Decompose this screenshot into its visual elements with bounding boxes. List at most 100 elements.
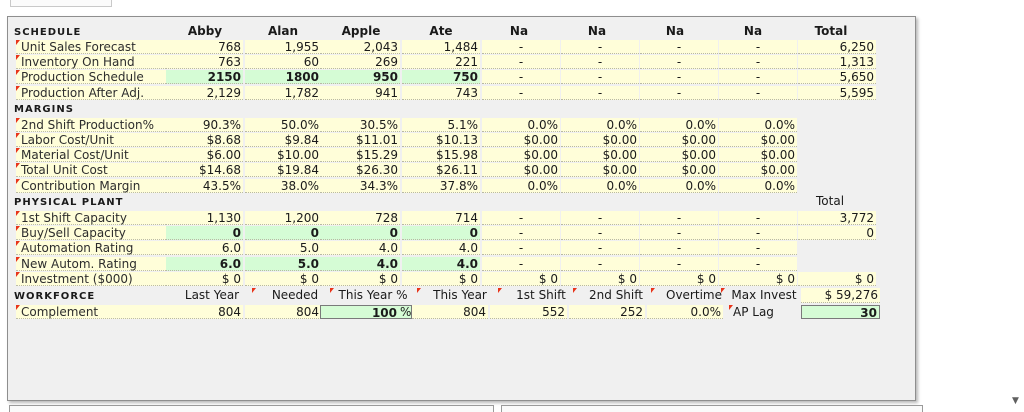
- complement-value: 804: [166, 305, 243, 319]
- column-header: Na: [509, 24, 529, 38]
- buy-sell-capacity-input[interactable]: 0: [166, 226, 243, 240]
- column-header: Na: [665, 24, 685, 38]
- workforce-header: 2nd Shift: [589, 288, 643, 302]
- labor-cost-unit-value: $0.00: [640, 133, 718, 147]
- second-shift-production-value[interactable]: 90.3%: [166, 118, 243, 132]
- contribution-margin-value: 34.3%: [320, 179, 400, 193]
- second-shift-production-value: 0.0%: [640, 118, 718, 132]
- note-marker-icon: [729, 305, 733, 310]
- material-cost-unit-label: Material Cost/Unit: [16, 148, 166, 162]
- unit-sales-forecast-value: -: [719, 40, 797, 54]
- unit-sales-forecast-label: Unit Sales Forecast: [16, 40, 166, 54]
- ap-lag-label: AP Lag: [733, 305, 774, 319]
- note-marker-icon: [16, 211, 20, 216]
- buy-sell-capacity-input[interactable]: 0: [245, 226, 321, 240]
- second-shift-production-value[interactable]: 30.5%: [320, 118, 400, 132]
- buy-sell-capacity-value: -: [561, 226, 639, 240]
- workforce-header: This Year: [433, 288, 487, 302]
- unit-sales-forecast-value: -: [482, 40, 560, 54]
- section-title-margins: MARGINS: [14, 104, 74, 115]
- unit-sales-forecast-value: 1,955: [245, 40, 321, 54]
- note-marker-icon: [252, 288, 256, 293]
- section-title-workforce: WORKFORCE: [14, 291, 96, 302]
- ap-lag-input[interactable]: 30: [801, 305, 880, 320]
- first-shift-capacity-value: -: [640, 211, 718, 225]
- contribution-margin-value: 0.0%: [719, 179, 797, 193]
- note-marker-icon: [16, 257, 20, 262]
- complement-value: 804: [245, 305, 321, 319]
- new-autom-rating-input[interactable]: 4.0: [402, 257, 480, 271]
- total-unit-cost-value: $0.00: [482, 163, 560, 177]
- production-after-adj-value: 941: [320, 86, 400, 100]
- buy-sell-capacity-label: Buy/Sell Capacity: [16, 226, 166, 240]
- production-after-adj-value: 1,782: [245, 86, 321, 100]
- note-marker-icon: [573, 288, 577, 293]
- unit-sales-forecast-value: 2,043: [320, 40, 400, 54]
- second-shift-production-value[interactable]: 50.0%: [245, 118, 321, 132]
- production-schedule-input[interactable]: 1800: [245, 70, 321, 84]
- column-header: Na: [743, 24, 763, 38]
- second-shift-production-label: 2nd Shift Production%: [16, 118, 166, 132]
- workforce-header: Max Invest: [731, 288, 797, 302]
- total-unit-cost-value: $26.30: [320, 163, 400, 177]
- labor-cost-unit-value: $0.00: [482, 133, 560, 147]
- new-autom-rating-input[interactable]: 6.0: [166, 257, 243, 271]
- buy-sell-capacity-input[interactable]: 0: [320, 226, 400, 240]
- unit-sales-forecast-value: -: [561, 40, 639, 54]
- production-after-adj-value: 5,595: [798, 86, 876, 100]
- note-marker-icon: [721, 288, 725, 293]
- inventory-on-hand-value: -: [482, 55, 560, 69]
- production-schedule-input[interactable]: 950: [320, 70, 400, 84]
- inventory-on-hand-value: -: [561, 55, 639, 69]
- note-marker-icon: [16, 55, 20, 60]
- complement-value: 0.0%: [647, 305, 723, 319]
- labor-cost-unit-value: $11.01: [320, 133, 400, 147]
- inventory-on-hand-value: 763: [166, 55, 243, 69]
- total-unit-cost-value: $0.00: [719, 163, 797, 177]
- first-shift-capacity-value: 1,200: [245, 211, 321, 225]
- column-header: Ate: [429, 24, 453, 38]
- automation-rating-value: -: [561, 241, 639, 255]
- inventory-on-hand-value: -: [640, 55, 718, 69]
- production-schedule-input[interactable]: 2150: [166, 70, 243, 84]
- note-marker-icon: [16, 148, 20, 153]
- inventory-on-hand-value: 1,313: [798, 55, 876, 69]
- first-shift-capacity-label: 1st Shift Capacity: [16, 211, 166, 225]
- labor-cost-unit-value: $0.00: [719, 133, 797, 147]
- automation-rating-value: -: [640, 241, 718, 255]
- buy-sell-capacity-input[interactable]: 0: [402, 226, 480, 240]
- production-schedule-label: Production Schedule: [16, 70, 166, 84]
- new-autom-rating-input[interactable]: 5.0: [245, 257, 321, 271]
- automation-rating-value: 4.0: [320, 241, 400, 255]
- unit-sales-forecast-value: 768: [166, 40, 243, 54]
- total-unit-cost-value: $0.00: [561, 163, 639, 177]
- production-schedule-input[interactable]: 750: [402, 70, 480, 84]
- second-shift-production-value: 0.0%: [719, 118, 797, 132]
- production-schedule-value: 5,650: [798, 70, 876, 84]
- material-cost-unit-value: $15.98: [402, 148, 480, 162]
- note-marker-icon: [16, 179, 20, 184]
- second-shift-production-value[interactable]: 5.1%: [402, 118, 480, 132]
- total-unit-cost-value: $0.00: [640, 163, 718, 177]
- percent-sign: %: [400, 305, 412, 319]
- investment-value: $ 0: [798, 272, 876, 286]
- note-marker-icon: [16, 226, 20, 231]
- production-after-adj-value: -: [640, 86, 718, 100]
- new-autom-rating-input[interactable]: 4.0: [320, 257, 400, 271]
- this-year-percent-input[interactable]: 100: [320, 305, 412, 320]
- material-cost-unit-value: $0.00: [482, 148, 560, 162]
- production-after-adj-value: -: [482, 86, 560, 100]
- complement-value: 252: [569, 305, 645, 319]
- first-shift-capacity-value: 1,130: [166, 211, 243, 225]
- vertical-scrollbar[interactable]: [1011, 0, 1024, 409]
- first-shift-capacity-value: 714: [402, 211, 480, 225]
- note-marker-icon: [16, 163, 20, 168]
- column-header: Abby: [187, 24, 223, 38]
- new-autom-rating-value: -: [482, 257, 560, 271]
- column-header: Apple: [341, 24, 381, 38]
- complement-value: 804: [412, 305, 488, 319]
- contribution-margin-value: 0.0%: [640, 179, 718, 193]
- plant-total-header: Total: [816, 194, 845, 208]
- workforce-header: Needed: [271, 288, 319, 302]
- scroll-down-arrow-icon[interactable]: ▼: [1012, 396, 1019, 406]
